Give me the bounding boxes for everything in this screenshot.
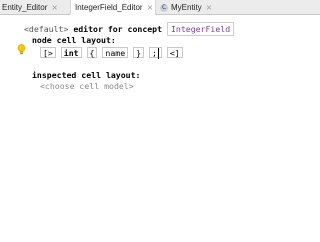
semicolon-cell[interactable]: ; [148,47,162,59]
editor-header-line: <default> editor for concept IntegerFiel… [24,22,235,36]
default-tag[interactable]: <default> [24,24,68,34]
semicolon-text: ; [151,48,157,58]
right-brace-cell[interactable]: } [133,47,144,58]
name-property-cell[interactable]: name [102,47,129,58]
inspected-cell-layout-keyword: inspected cell layout: [32,70,141,80]
tab-label: Entity_Editor [2,3,48,12]
left-brace-cell[interactable]: { [86,47,98,58]
editor-area[interactable]: <default> editor for concept IntegerFiel… [0,15,320,242]
close-icon[interactable]: × [206,3,213,12]
close-icon[interactable]: × [147,3,154,12]
tab-label: MyEntity [171,3,202,12]
inspected-cell-layout-label: inspected cell layout: [32,70,140,81]
tab-entity-editor[interactable]: E Entity_Editor × [2,0,68,23]
choose-cell-model-placeholder[interactable]: <choose cell model> [40,81,134,92]
tab-integerfield-editor[interactable]: E IntegerField_Editor × [70,0,156,23]
tab-myentity[interactable]: C MyEntity × [160,0,222,15]
lightbulb-icon[interactable] [17,44,26,55]
int-constant-cell[interactable]: int [60,47,82,58]
editor-tab-bar: E Entity_Editor × E IntegerField_Editor … [0,0,320,23]
editor-for-concept-keyword: editor for concept [73,24,163,34]
cell-layout-collection[interactable]: [> int { name } ; <] [40,47,183,59]
concept-file-icon: C [160,3,168,12]
choose-cell-model-text[interactable]: <choose cell model> [40,81,134,91]
collection-open-bracket[interactable]: [> [40,47,56,58]
text-caret [157,48,159,59]
close-icon[interactable]: × [51,3,58,12]
node-cell-layout-label: node cell layout: [32,35,116,46]
node-cell-layout-keyword: node cell layout: [32,35,116,45]
collection-close-bracket[interactable]: <] [166,47,183,58]
tab-label: IntegerField_Editor [75,3,143,12]
concept-reference[interactable]: IntegerField [166,22,235,36]
